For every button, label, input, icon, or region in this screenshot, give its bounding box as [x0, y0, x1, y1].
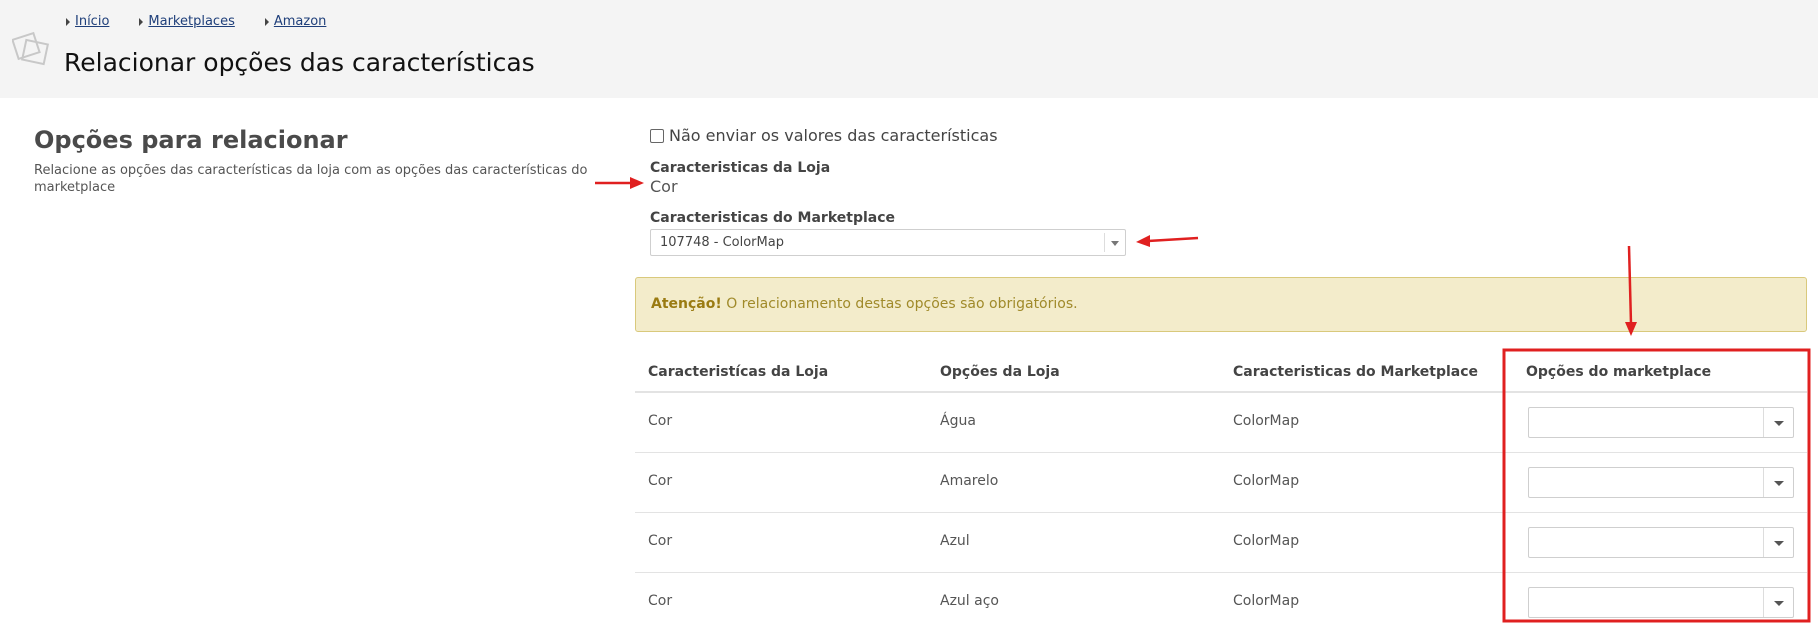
marketplace-characteristics-selected: 107748 - ColorMap: [660, 235, 784, 250]
marketplace-option-select[interactable]: [1528, 467, 1794, 498]
select-divider: [1763, 588, 1764, 617]
page-title: Relacionar opções das características: [64, 48, 535, 77]
annotation-arrow-store-value-icon: [595, 177, 644, 189]
breadcrumb-item-amazon: Amazon: [264, 14, 327, 29]
alert-strong: Atenção!: [651, 296, 722, 312]
caret-right-icon: [66, 17, 70, 26]
cell-store-characteristic: Cor: [648, 473, 673, 489]
cell-store-option: Água: [940, 413, 976, 429]
marketplace-option-select[interactable]: [1528, 407, 1794, 438]
cell-store-characteristic: Cor: [648, 533, 673, 549]
alert-text: O relacionamento destas opções são obrig…: [721, 296, 1078, 312]
marketplace-characteristics-label: Caracteristicas do Marketplace: [650, 210, 896, 226]
store-characteristics-value: Cor: [650, 177, 678, 196]
page-header: Início Marketplaces Amazon Relacionar op…: [0, 0, 1818, 98]
marketplace-characteristics-select[interactable]: 107748 - ColorMap: [650, 229, 1126, 256]
section-description: Relacione as opções das características …: [34, 163, 588, 195]
chevron-down-icon[interactable]: [1774, 601, 1784, 606]
cell-store-option: Azul aço: [940, 593, 999, 609]
select-divider: [1763, 408, 1764, 437]
cell-store-option: Azul: [940, 533, 970, 549]
no-send-values-option[interactable]: Não enviar os valores das característica…: [650, 126, 998, 145]
breadcrumb-link-amazon[interactable]: Amazon: [274, 14, 327, 29]
cell-store-characteristic: Cor: [648, 593, 673, 609]
column-header-marketplace-characteristics: Caracteristicas do Marketplace: [1233, 364, 1479, 380]
column-header-store-options: Opções da Loja: [940, 364, 1060, 380]
no-send-values-label: Não enviar os valores das característica…: [669, 126, 998, 145]
section-title: Opções para relacionar: [34, 126, 348, 154]
annotation-arrow-marketplace-select-icon: [1136, 235, 1199, 247]
marketplace-option-select[interactable]: [1528, 527, 1794, 558]
breadcrumb-item-home: Início: [66, 14, 109, 29]
caret-right-icon: [139, 17, 144, 26]
breadcrumb-link-home[interactable]: Início: [75, 14, 109, 29]
breadcrumb-link-marketplaces[interactable]: Marketplaces: [148, 14, 234, 29]
cell-marketplace-characteristic: ColorMap: [1233, 413, 1300, 429]
column-header-marketplace-options: Opções do marketplace: [1526, 364, 1712, 380]
chevron-down-icon[interactable]: [1774, 541, 1784, 546]
cell-store-option: Amarelo: [940, 473, 999, 489]
cell-store-characteristic: Cor: [648, 413, 673, 429]
app-logo-icon: [11, 28, 52, 68]
cell-marketplace-characteristic: ColorMap: [1233, 593, 1300, 609]
breadcrumb: Início Marketplaces Amazon: [66, 14, 356, 29]
caret-right-icon: [264, 17, 269, 26]
table-row: Cor Água ColorMap: [635, 393, 1807, 453]
marketplace-option-select[interactable]: [1528, 587, 1794, 618]
cell-marketplace-characteristic: ColorMap: [1233, 533, 1300, 549]
select-divider: [1763, 468, 1764, 497]
cell-marketplace-characteristic: ColorMap: [1233, 473, 1300, 489]
chevron-down-icon[interactable]: [1774, 421, 1784, 426]
select-divider: [1104, 233, 1105, 252]
breadcrumb-item-marketplaces: Marketplaces: [139, 14, 235, 29]
table-row: Cor Amarelo ColorMap: [635, 453, 1807, 513]
table-row: Cor Azul aço ColorMap: [635, 573, 1807, 633]
column-header-store-characteristics: Caracteristícas da Loja: [648, 364, 829, 380]
chevron-down-icon[interactable]: [1111, 241, 1119, 246]
no-send-values-checkbox[interactable]: [650, 128, 664, 143]
required-alert: Atenção! O relacionamento destas opções …: [635, 277, 1807, 332]
store-characteristics-label: Caracteristicas da Loja: [650, 160, 831, 176]
chevron-down-icon[interactable]: [1774, 481, 1784, 486]
table-row: Cor Azul ColorMap: [635, 513, 1807, 573]
select-divider: [1763, 528, 1764, 557]
